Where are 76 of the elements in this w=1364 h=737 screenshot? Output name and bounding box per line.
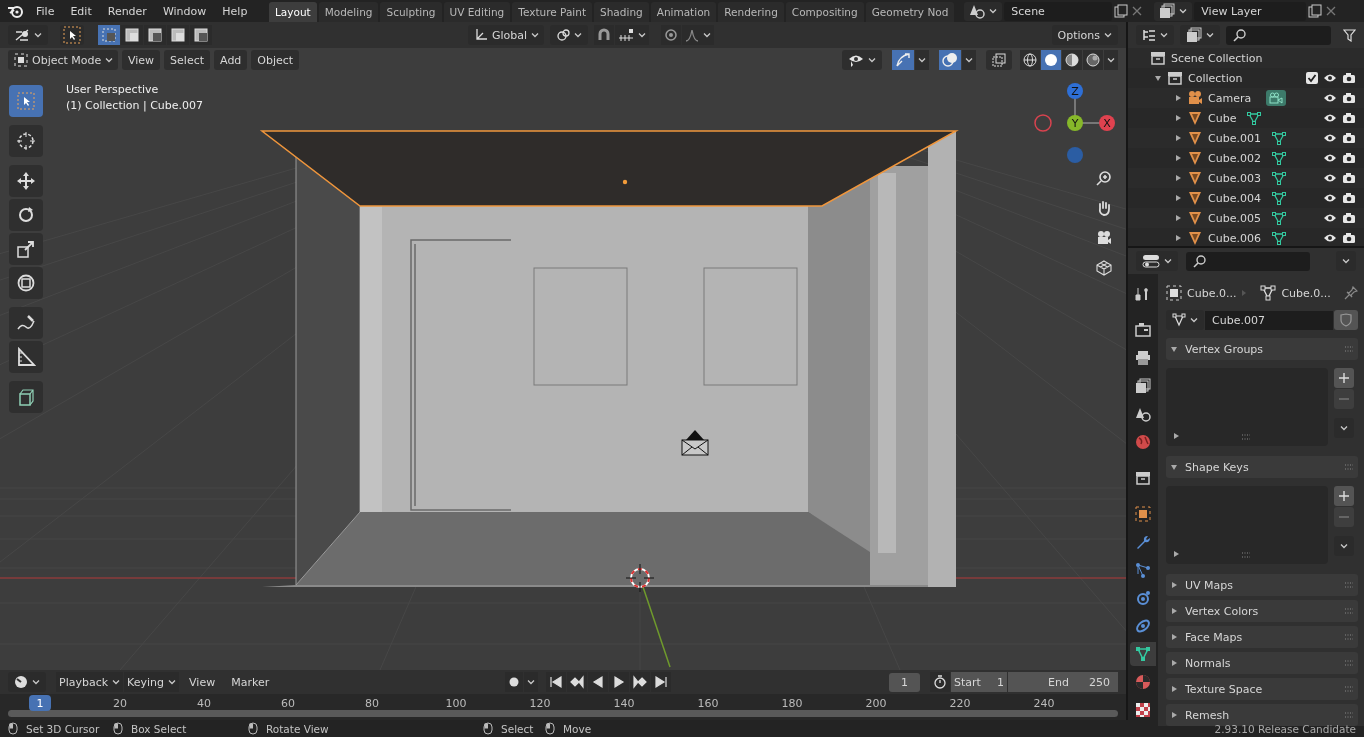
axis-label: X	[1103, 117, 1111, 130]
menu-item[interactable]: Edit	[63, 1, 99, 21]
menu-item[interactable]: Select	[164, 50, 211, 70]
frame-number: 100	[444, 697, 468, 710]
status-hint: Box Select	[131, 722, 187, 735]
outliner-item[interactable]: Cube.004	[1208, 191, 1261, 205]
panel-header[interactable]: Normals	[1166, 652, 1358, 674]
menu-item[interactable]: Marker	[225, 672, 276, 692]
frame-number: 20	[112, 697, 128, 710]
menu-item[interactable]: Help	[215, 1, 255, 21]
panel-header[interactable]: Shape Keys	[1166, 456, 1358, 478]
frame-number: 120	[528, 697, 552, 710]
menu-item[interactable]: View	[122, 50, 161, 70]
frame-number: 40	[196, 697, 212, 710]
view-layer-field[interactable]: View Layer	[1194, 1, 1307, 21]
outliner-item[interactable]: Cube.001	[1208, 131, 1261, 145]
menu-item[interactable]: View	[183, 672, 222, 692]
workspace-tab[interactable]: Shading	[594, 2, 649, 22]
frame-number: 80	[364, 697, 380, 710]
panel-header[interactable]: UV Maps	[1166, 574, 1358, 596]
menu-item[interactable]: Object	[251, 50, 300, 70]
menu-item[interactable]: File	[29, 1, 62, 21]
end-frame-field[interactable]: End 250	[1008, 672, 1118, 692]
playhead-marker[interactable]: 1	[29, 695, 51, 711]
workspace-tab[interactable]: Modeling	[318, 2, 379, 22]
menu-item[interactable]: Render	[100, 1, 154, 21]
menu-dropdown[interactable]: Keying	[124, 672, 180, 692]
menu-item[interactable]: Window	[155, 1, 214, 21]
outliner-item[interactable]: Cube.006	[1208, 231, 1261, 245]
outliner-item[interactable]: Camera	[1208, 91, 1252, 105]
status-hint: Rotate View	[266, 722, 329, 735]
view-name: User Perspective	[66, 83, 160, 96]
start-frame-field[interactable]: Start 1	[951, 672, 1007, 692]
outliner-item[interactable]: Cube.003	[1208, 171, 1261, 185]
outliner-item[interactable]: Scene Collection	[1171, 51, 1263, 65]
frame-number: 140	[612, 697, 636, 710]
workspace-tab[interactable]: Compositing	[785, 2, 864, 22]
mode-dropdown[interactable]: Object Mode	[8, 50, 118, 70]
menu-item[interactable]: Add	[214, 50, 248, 70]
outliner-item[interactable]: Cube.005	[1208, 211, 1261, 225]
breadcrumb-item[interactable]: Cube.0...	[1187, 286, 1237, 300]
frame-number: 160	[696, 697, 720, 710]
panel-header[interactable]: Face Maps	[1166, 626, 1358, 648]
workspace-tab[interactable]: Texture Paint	[512, 2, 593, 22]
orientation-dropdown[interactable]: Global	[468, 25, 544, 45]
workspace-tab[interactable]: Rendering	[718, 2, 784, 22]
scene-field[interactable]: Scene	[1004, 1, 1113, 21]
mesh-name-field[interactable]: Cube.007	[1205, 310, 1333, 330]
axis-label: Y	[1071, 117, 1079, 130]
frame-number: 180	[780, 697, 804, 710]
panel-header[interactable]: Vertex Colors	[1166, 600, 1358, 622]
navigation-gizmo[interactable]: Z Y X	[1034, 83, 1115, 163]
panel-header[interactable]: Vertex Groups	[1166, 338, 1358, 360]
breadcrumb-item[interactable]: Cube.0...	[1281, 286, 1331, 300]
outliner-item[interactable]: Cube	[1208, 111, 1237, 125]
workspace-tab[interactable]: UV Editing	[443, 2, 511, 22]
outliner-item[interactable]: Cube.002	[1208, 151, 1261, 165]
status-hint: Move	[563, 722, 592, 735]
workspace-tab[interactable]: Layout	[269, 2, 317, 22]
status-hint: Set 3D Cursor	[26, 722, 100, 735]
collection-info: (1) Collection | Cube.007	[66, 99, 204, 112]
options-dropdown[interactable]: Options	[1051, 25, 1118, 45]
frame-number: 240	[1032, 697, 1056, 710]
frame-number: 200	[864, 697, 888, 710]
axis-label: Z	[1071, 85, 1079, 98]
workspace-tab[interactable]: Geometry Nod	[865, 2, 955, 22]
frame-number: 60	[280, 697, 296, 710]
frame-number: 220	[948, 697, 972, 710]
panel-header[interactable]: Remesh	[1166, 704, 1358, 726]
outliner-item[interactable]: Collection	[1188, 71, 1243, 85]
workspace-tab[interactable]: Animation	[650, 2, 717, 22]
panel-header[interactable]: Texture Space	[1166, 678, 1358, 700]
menu-dropdown[interactable]: Playback	[56, 672, 124, 692]
workspace-tab[interactable]: Sculpting	[380, 2, 442, 22]
status-hint: Select	[501, 722, 534, 735]
current-frame-field[interactable]: 1	[889, 672, 920, 692]
